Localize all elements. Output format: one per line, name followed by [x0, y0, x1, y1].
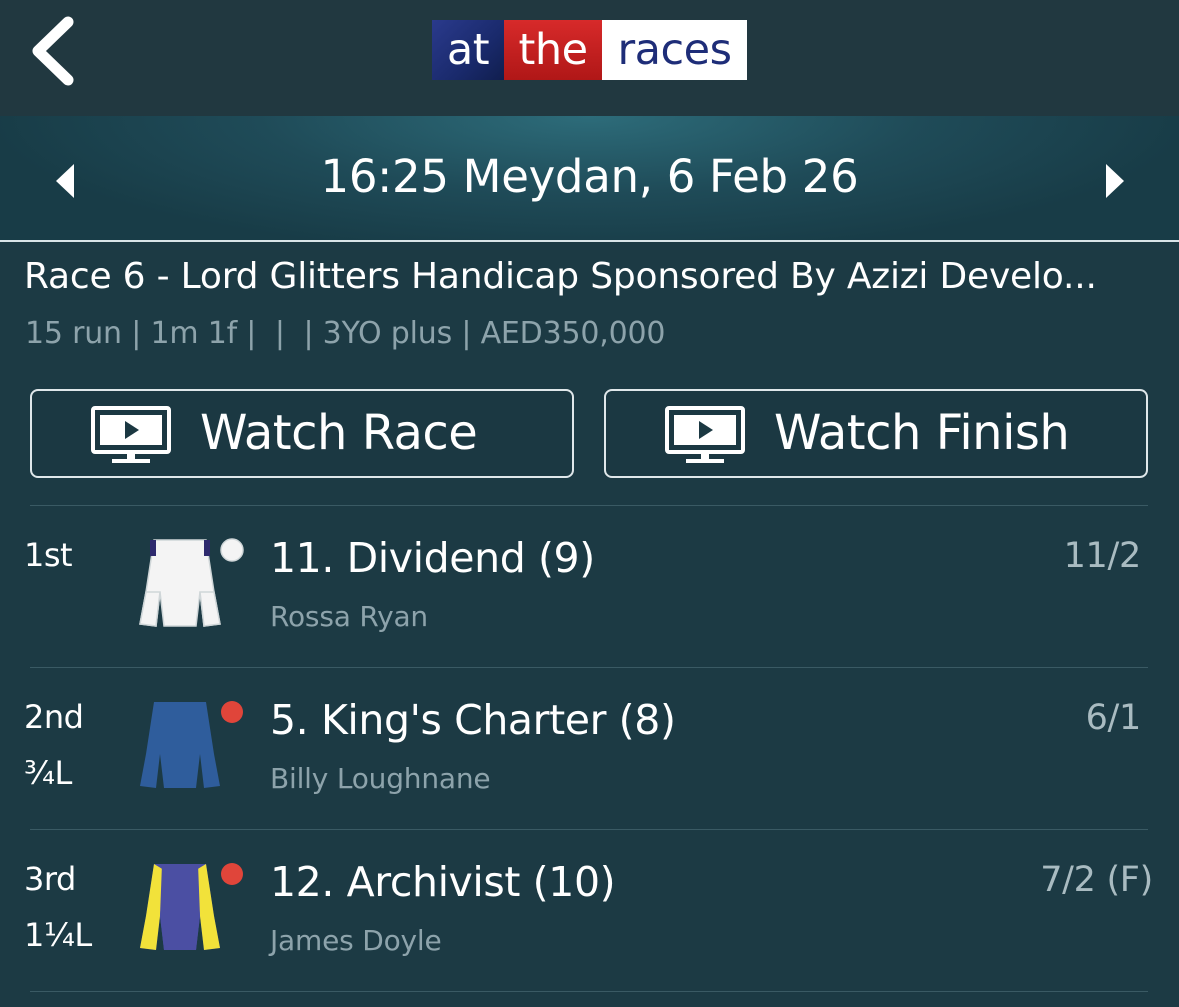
jockey-silk-icon [139, 538, 244, 627]
watch-finish-label: Watch Finish [774, 405, 1070, 461]
horse-name: 12. Archivist (10) [270, 858, 616, 906]
watch-finish-button[interactable]: Watch Finish [604, 389, 1148, 478]
horse-name: 11. Dividend (9) [270, 534, 595, 582]
position-label: 3rd [24, 860, 76, 898]
logo-part-races: races [602, 20, 747, 80]
tv-play-icon [665, 406, 745, 463]
back-button[interactable] [18, 6, 88, 96]
starting-price: 7/2 (F) [1040, 860, 1153, 900]
race-time-venue-title: 16:25 Meydan, 6 Feb 26 [320, 150, 859, 203]
jockey-silk-icon [140, 863, 243, 950]
beaten-distance: 1¼L [24, 916, 92, 954]
finish-position: 1st [24, 534, 73, 590]
starting-price: 6/1 [1085, 698, 1142, 738]
at-the-races-logo: at the races [432, 20, 747, 80]
starting-price: 11/2 [1063, 536, 1142, 576]
result-row[interactable]: 3rd 1¼L 12. Archivist (10) James Doyle 7… [0, 830, 1179, 992]
jockey-silk-icon [140, 701, 243, 788]
position-label: 1st [24, 536, 73, 574]
tv-play-icon [91, 406, 171, 463]
jockey-name: James Doyle [270, 924, 442, 957]
logo-part-at: at [432, 20, 504, 80]
horse-name: 5. King's Charter (8) [270, 696, 676, 744]
finish-position: 3rd 1¼L [24, 858, 92, 956]
race-details: 15 run | 1m 1f | | | 3YO plus | AED350,0… [25, 316, 666, 351]
watch-race-button[interactable]: Watch Race [30, 389, 574, 478]
app-header: at the races [0, 0, 1179, 116]
result-row[interactable]: 2nd ¾L 5. King's Charter (8) Billy Lough… [0, 668, 1179, 830]
result-row[interactable]: 1st 11. Dividend (9) Rossa Ryan 11/2 [0, 506, 1179, 668]
jockey-name: Rossa Ryan [270, 600, 428, 633]
position-label: 2nd [24, 698, 84, 736]
race-name: Race 6 - Lord Glitters Handicap Sponsore… [24, 256, 1097, 297]
chevron-left-icon [32, 16, 74, 86]
finish-position: 2nd ¾L [24, 696, 84, 794]
divider [30, 991, 1148, 992]
logo-part-the: the [504, 20, 602, 80]
jockey-name: Billy Loughnane [270, 762, 491, 795]
beaten-distance: ¾L [24, 754, 72, 792]
watch-race-label: Watch Race [200, 405, 478, 461]
